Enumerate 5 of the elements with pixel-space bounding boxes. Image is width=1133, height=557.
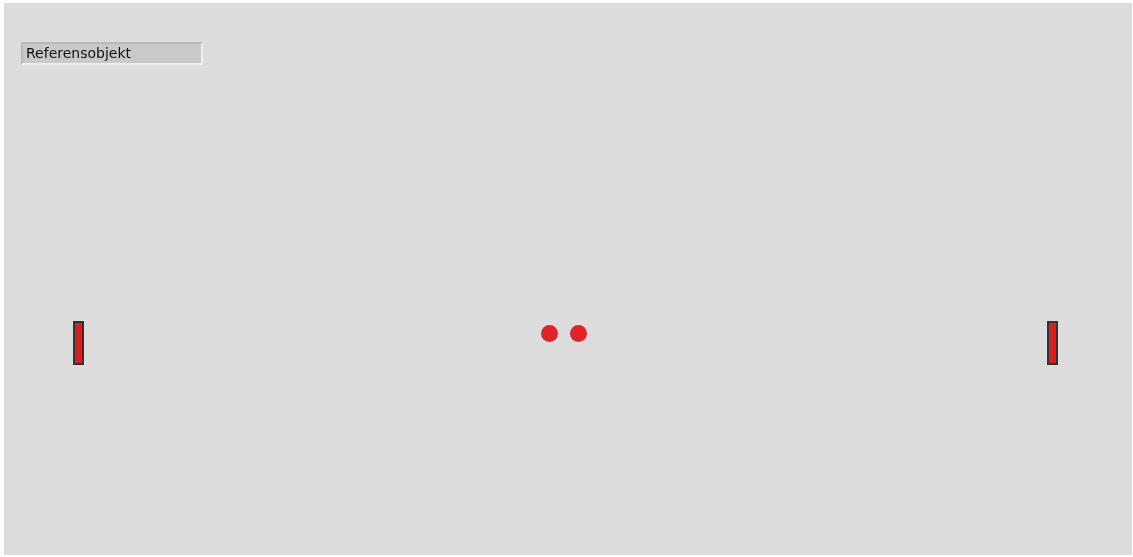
paddle — [1047, 321, 1058, 365]
paddle — [73, 321, 84, 365]
reference-field: Referensobjekt — [21, 42, 203, 65]
ball — [541, 325, 558, 342]
ball — [570, 325, 587, 342]
